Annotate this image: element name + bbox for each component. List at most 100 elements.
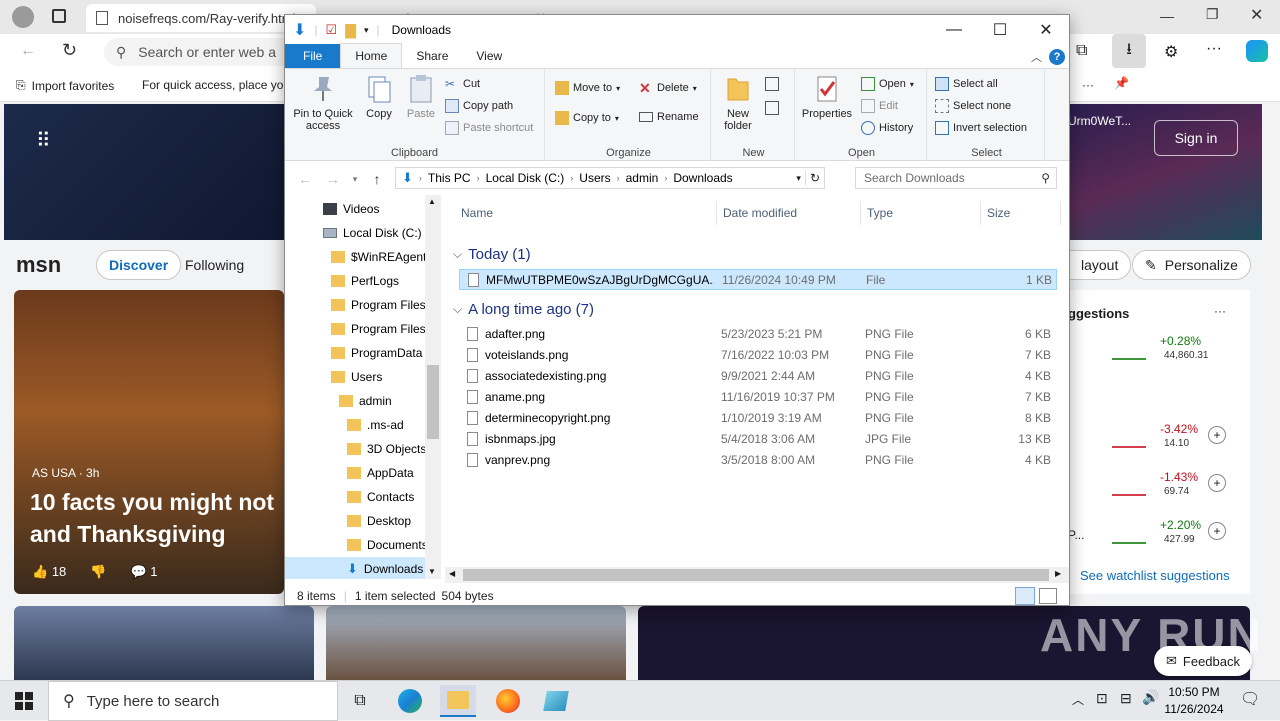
select-none-button[interactable]: Select none (935, 99, 1011, 113)
show-hidden-icons[interactable]: ︿ (1072, 691, 1084, 708)
close-button[interactable]: ✕ (1023, 15, 1069, 45)
tab-actions-icon[interactable] (52, 9, 66, 23)
up-arrow-icon[interactable]: ↑ (367, 169, 387, 189)
new-folder-icon[interactable]: ▇ (345, 22, 356, 39)
nav-tree-item[interactable]: Users (285, 365, 382, 389)
wifi-icon[interactable]: ⊟ (1120, 690, 1132, 707)
pin-to-quick-access-button[interactable]: Pin to Quick access (291, 73, 355, 132)
recent-locations-icon[interactable]: ▾ (345, 169, 365, 189)
nav-tree-item[interactable]: ProgramData (285, 341, 422, 365)
nav-tree-item[interactable]: AppData (285, 461, 414, 485)
explorer-taskbar-icon[interactable] (440, 685, 476, 717)
nav-tree-item[interactable]: 3D Objects (285, 437, 426, 461)
file-row[interactable]: voteislands.png 7/16/2022 10:03 PM PNG Fil… (459, 345, 1057, 366)
sign-in-button[interactable]: Sign in (1154, 120, 1238, 156)
scroll-down-icon[interactable]: ▼ (428, 567, 436, 576)
navpane-scrollbar[interactable]: ▲ ▼ (425, 195, 441, 579)
minimize-button[interactable]: — (931, 15, 977, 45)
news-title[interactable]: 10 facts you might not and Thanksgiving (30, 486, 284, 550)
nav-tree-item[interactable]: Local Disk (C:) (285, 221, 422, 245)
firefox-taskbar-icon[interactable] (490, 685, 526, 717)
column-header-date[interactable]: Date modified (717, 201, 861, 225)
copy-button[interactable]: Copy (361, 73, 397, 120)
address-dropdown-icon[interactable]: ▾ (792, 173, 805, 184)
collections-icon[interactable]: ⧉ (1076, 42, 1087, 60)
like-button[interactable]: 👍 18 (32, 564, 66, 580)
nav-tree-item[interactable]: .ms-ad (285, 413, 404, 437)
news-card[interactable]: AS USA · 3h 10 facts you might not and T… (14, 290, 284, 594)
watchlist-link[interactable]: See watchlist suggestions (1080, 568, 1230, 583)
downloads-icon[interactable]: ⭳ (1112, 34, 1146, 68)
maximize-button[interactable]: ☐ (977, 15, 1023, 45)
personalize-button[interactable]: ✎ Personalize (1132, 250, 1251, 280)
invert-selection-button[interactable]: Invert selection (935, 121, 1027, 135)
address-bar[interactable]: ⚲ Search or enter web a (104, 38, 304, 66)
notifications-icon[interactable]: 🗨 (1240, 689, 1260, 709)
file-row[interactable]: vanprev.png 3/5/2018 8:00 AM PNG File 4 KB (459, 450, 1057, 471)
details-view-icon[interactable] (1015, 587, 1035, 605)
search-downloads-input[interactable]: Search Downloads ⚲ (855, 167, 1057, 189)
discover-tab[interactable]: Discover (96, 250, 182, 280)
column-header-type[interactable]: Type (861, 201, 981, 225)
task-view-button[interactable]: ⧉ (342, 685, 378, 717)
nav-tree-item[interactable]: admin (285, 389, 392, 413)
minimize-button[interactable]: — (1160, 8, 1174, 24)
scrollbar-thumb[interactable] (427, 365, 439, 439)
extensions-icon[interactable]: ⚙ (1164, 42, 1178, 62)
profile-avatar[interactable] (12, 6, 34, 28)
nav-tree-item[interactable]: Program Files (285, 293, 426, 317)
breadcrumb-downloads[interactable]: Downloads (667, 171, 738, 185)
add-to-watchlist-icon[interactable]: + (1208, 474, 1226, 492)
restore-button[interactable]: ❐ (1206, 6, 1219, 23)
file-row[interactable]: isbnmaps.jpg 5/4/2018 3:06 AM JPG File 13 K… (459, 429, 1057, 450)
stock-row[interactable]: -3.42% 14.10 + (1068, 418, 1248, 458)
tab-view[interactable]: View (462, 44, 516, 68)
pin-icon[interactable]: 📌 (1114, 76, 1129, 90)
easy-access-icon[interactable] (765, 101, 779, 115)
delete-button[interactable]: ✕ Delete ▾ (639, 81, 697, 95)
column-header-name[interactable]: Name (445, 201, 717, 225)
back-icon[interactable]: ← (20, 42, 36, 60)
nav-tree-item[interactable]: ⬇ Downloads (285, 557, 425, 579)
tab-home[interactable]: Home (340, 43, 403, 68)
feedback-button[interactable]: ✉ Feedback (1154, 646, 1252, 676)
breadcrumb-users[interactable]: Users (573, 171, 616, 185)
scroll-up-icon[interactable]: ▲ (428, 197, 436, 206)
history-button[interactable]: History (861, 121, 913, 135)
file-row[interactable]: MFMwUTBPME0wSzAJBgUrDgMCGgUA... 11/26/202… (459, 269, 1057, 290)
file-row[interactable]: aname.png 11/16/2019 10:37 PM PNG File 7 KB (459, 387, 1057, 408)
new-item-icon[interactable] (765, 77, 779, 91)
breadcrumb-local-disk[interactable]: Local Disk (C:) (480, 171, 571, 185)
open-button[interactable]: Open ▾ (861, 77, 914, 91)
nav-tree-item[interactable]: $WinREAgent (285, 245, 426, 269)
file-row[interactable]: adafter.png 5/23/2023 5:21 PM PNG File 6 KB (459, 324, 1057, 345)
rename-button[interactable]: Rename (639, 111, 699, 123)
breadcrumb-admin[interactable]: admin (620, 171, 665, 185)
apps-grid-icon[interactable]: ⠿ (36, 128, 51, 153)
edge-taskbar-icon[interactable] (392, 685, 428, 717)
msn-logo[interactable]: msn (16, 252, 61, 278)
copilot-icon[interactable] (1246, 40, 1268, 62)
nav-tree-item[interactable]: Documents (285, 533, 428, 557)
taskbar-search[interactable]: ⚲ Type here to search (48, 681, 338, 721)
more-icon[interactable]: ··· (1206, 40, 1222, 58)
paste-shortcut-button[interactable]: Paste shortcut (445, 121, 533, 135)
tab-file[interactable]: File (285, 44, 341, 68)
news-card-3[interactable] (326, 606, 626, 680)
large-icons-view-icon[interactable] (1039, 588, 1057, 604)
following-tab[interactable]: Following (172, 250, 257, 280)
add-to-watchlist-icon[interactable]: + (1208, 426, 1226, 444)
qat-dropdown-icon[interactable]: ▾ (364, 25, 369, 36)
address-bar[interactable]: ⬇ › This PC › Local Disk (C:) › Users › … (395, 167, 825, 189)
start-button[interactable] (6, 685, 42, 717)
copy-path-button[interactable]: Copy path (445, 99, 513, 113)
select-all-button[interactable]: Select all (935, 77, 998, 91)
scroll-right-icon[interactable]: ▶ (1055, 569, 1061, 578)
cut-button[interactable]: ✂ Cut (445, 77, 480, 91)
scrollbar-thumb[interactable] (463, 569, 1049, 581)
file-row[interactable]: associatedexisting.png 9/9/2021 2:44 AM PN… (459, 366, 1057, 387)
close-browser-button[interactable]: ✕ (1250, 5, 1263, 25)
news-card-2[interactable] (14, 606, 314, 680)
nav-tree-item[interactable]: Desktop (285, 509, 411, 533)
nav-tree-item[interactable]: Program Files (285, 317, 426, 341)
